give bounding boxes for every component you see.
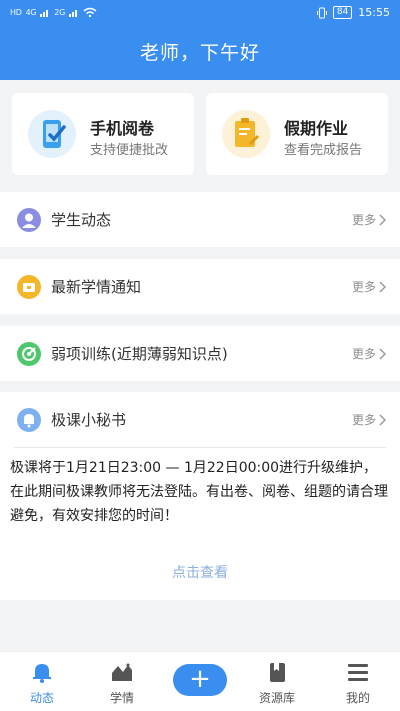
bell-tab-icon [33,664,51,683]
add-button[interactable]: + [173,664,227,696]
phone-check-icon [28,110,76,158]
view-details-link[interactable]: 点击查看 [0,562,400,582]
status-bar: HD 4G 2G 84 15:55 [0,0,400,28]
more-label: 更多 [351,413,376,427]
more-label: 更多 [351,280,376,294]
chevron-right-icon [379,280,386,293]
more-link[interactable]: 更多 [352,211,386,228]
secretary-section: 极课小秘书 更多 极课将于1月21日23:00 — 1月22日00:00进行升级… [0,392,400,600]
chevron-right-icon [379,413,386,426]
signal-2g-indicator: 2G [54,7,65,17]
tab-label: 动态 [29,691,54,705]
chevron-right-icon [379,347,386,360]
plus-icon: + [189,664,211,694]
tab-resources[interactable]: 资源库 [237,652,317,711]
student-avatar-icon [17,208,41,232]
mobile-grading-card[interactable]: 手机阅卷 支持便捷批改 [12,93,194,175]
bell-icon [17,408,41,432]
battery-icon: 84 [332,6,353,19]
clipboard-edit-icon [222,110,270,158]
row-label: 极课小秘书 [51,411,127,429]
book-tab-icon [270,663,285,682]
signal-icon-2 [68,9,77,17]
chevron-right-icon [379,213,386,226]
target-icon [17,342,41,366]
card-title: 假期作业 [284,119,349,138]
more-link[interactable]: 更多 [352,345,386,362]
more-link[interactable]: 更多 [352,278,386,295]
card-title: 手机阅卷 [90,119,155,138]
vibrate-icon [316,7,327,18]
greeting-title: 老师，下午好 [139,42,260,64]
signal-icon [40,9,49,17]
tab-mine[interactable]: 我的 [318,652,398,711]
row-label: 最新学情通知 [51,278,142,296]
bottom-tab-bar: 动态 学情 + 资源库 我的 [0,651,400,711]
hd-indicator: HD [10,7,22,17]
menu-tab-icon [348,664,368,681]
status-right: 84 15:55 [316,6,390,19]
latest-notice-row[interactable]: 最新学情通知 更多 [0,259,400,314]
more-label: 更多 [351,213,376,227]
row-label: 弱项训练(近期薄弱知识点) [51,345,228,363]
tab-activity[interactable]: 动态 [2,652,82,711]
signal-4g-indicator: 4G [25,7,37,17]
tab-label: 资源库 [258,691,295,705]
tab-label: 学情 [109,691,134,705]
weakness-training-row[interactable]: 弱项训练(近期薄弱知识点) 更多 [0,326,400,381]
student-activity-row[interactable]: 学生动态 更多 [0,192,400,247]
more-link[interactable]: 更多 [352,411,386,428]
more-label: 更多 [351,347,376,361]
notice-folder-icon [17,275,41,299]
card-subtitle: 查看完成报告 [284,143,363,158]
battery-level: 84 [336,7,349,17]
app-header: HD 4G 2G 84 15:55 老师，下午好 [0,0,400,80]
divider [14,447,386,448]
wifi-icon [83,7,97,17]
tab-learning[interactable]: 学情 [82,652,162,711]
tab-label: 我的 [345,691,370,705]
row-label: 学生动态 [51,211,112,229]
status-left: HD 4G 2G [10,7,97,17]
chart-tab-icon [112,663,132,681]
card-subtitle: 支持便捷批改 [90,143,169,158]
holiday-homework-card[interactable]: 假期作业 查看完成报告 [206,93,388,175]
maintenance-notice: 极课将于1月21日23:00 — 1月22日00:00进行升级维护，在此期间极课… [10,460,388,524]
secretary-row[interactable]: 极课小秘书 更多 [0,392,400,447]
clock: 15:55 [358,6,390,19]
